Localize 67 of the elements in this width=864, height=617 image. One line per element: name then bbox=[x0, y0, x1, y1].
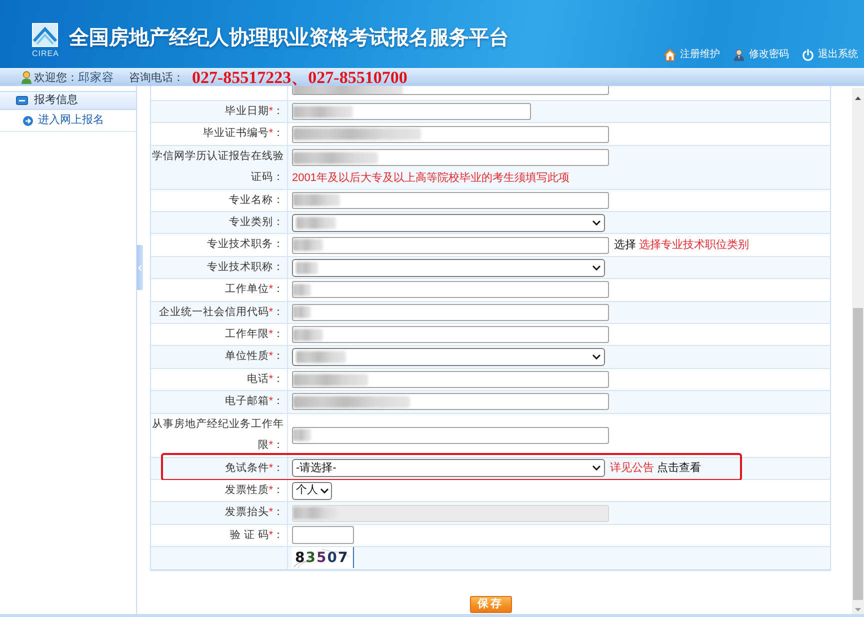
input-field[interactable] bbox=[292, 426, 609, 444]
hotline-label: 咨询电话： bbox=[129, 70, 184, 84]
input-field[interactable] bbox=[292, 326, 609, 344]
field-label: 发票抬头*： bbox=[224, 505, 284, 520]
field-label: 企业统一社会信用代码*： bbox=[158, 304, 284, 320]
nav-link[interactable]: 退出系统 bbox=[802, 49, 858, 61]
power-icon bbox=[802, 49, 814, 61]
sidebar-section[interactable]: 报考信息 bbox=[0, 91, 136, 110]
logo-text: CIREA bbox=[32, 49, 59, 58]
chevron-down-icon bbox=[592, 465, 601, 472]
captcha-image: 83507 bbox=[292, 547, 354, 568]
input-field[interactable] bbox=[292, 304, 609, 321]
field-label: 毕业日期*： bbox=[224, 104, 284, 119]
select-field[interactable] bbox=[292, 258, 605, 277]
arrow-circle-icon bbox=[23, 116, 33, 126]
input-field[interactable] bbox=[292, 192, 609, 209]
site-title: 全国房地产经纪人协理职业资格考试报名服务平台 bbox=[68, 26, 509, 50]
nav-link[interactable]: 修改密码 bbox=[733, 49, 789, 61]
user-icon bbox=[21, 71, 32, 84]
hotline-number: 027-85517223、027-85510700 bbox=[192, 68, 408, 86]
home-icon bbox=[664, 49, 676, 61]
field-label: 发票性质*： bbox=[224, 482, 284, 498]
scrollbar-thumb[interactable] bbox=[853, 308, 863, 600]
chevron-down-icon bbox=[592, 220, 601, 226]
chevron-down-icon bbox=[592, 264, 601, 271]
field-label: 单位性质*： bbox=[224, 349, 284, 364]
input-field[interactable] bbox=[292, 86, 609, 95]
input-field[interactable] bbox=[292, 526, 354, 544]
field-label: 专业技术职称： bbox=[207, 260, 284, 275]
input-field[interactable] bbox=[292, 393, 609, 410]
sidebar-item[interactable]: 进入网上报名 bbox=[0, 110, 136, 132]
logo-icon bbox=[32, 23, 58, 47]
field-label: 电子邮箱*： bbox=[224, 394, 284, 410]
user-name: 邱家容 bbox=[78, 70, 114, 84]
input-field[interactable] bbox=[292, 149, 609, 166]
input-field[interactable] bbox=[292, 103, 531, 120]
field-label: 从事房地产经纪业务工作年限*： bbox=[151, 416, 284, 454]
welcome-label: 欢迎您： bbox=[34, 70, 78, 84]
minus-box-icon bbox=[16, 96, 28, 105]
hint-text: 选择 bbox=[614, 238, 636, 252]
chevron-down-icon bbox=[592, 354, 601, 360]
nav-link[interactable]: 注册维护 bbox=[664, 49, 720, 61]
link[interactable]: 详见公告 bbox=[610, 462, 654, 475]
input-field[interactable] bbox=[292, 371, 609, 388]
field-label: 电话*： bbox=[246, 372, 284, 387]
chevron-down-icon bbox=[320, 488, 329, 494]
field-label: 专业技术职务： bbox=[207, 237, 284, 252]
link[interactable]: 选择专业技术职位类别 bbox=[639, 238, 749, 252]
field-label: 专业名称： bbox=[229, 192, 284, 208]
collapse-handle[interactable] bbox=[137, 245, 143, 290]
select-field[interactable] bbox=[292, 348, 605, 366]
field-label: 验 证 码*： bbox=[230, 528, 284, 543]
field-label: 免试条件*： bbox=[224, 460, 284, 476]
hint-note: 2001年及以后大专及以上高等院校毕业的考生须填写此项 bbox=[292, 172, 570, 186]
select-field[interactable] bbox=[292, 214, 605, 232]
input-field[interactable] bbox=[292, 126, 609, 143]
field-label: 毕业证书编号*： bbox=[202, 126, 284, 142]
field-label: 专业类别： bbox=[229, 215, 284, 230]
input-field[interactable] bbox=[292, 236, 609, 254]
hint-text: 点击查看 bbox=[657, 462, 701, 475]
select-field[interactable]: -请选择- bbox=[292, 459, 605, 478]
field-label: 学信网学历认证报告在线验证码： bbox=[151, 148, 284, 186]
user-icon bbox=[733, 49, 745, 61]
select-field[interactable]: 个人 bbox=[292, 482, 332, 500]
field-label: 工作单位*： bbox=[224, 282, 284, 298]
field-label: 工作年限*： bbox=[224, 327, 284, 342]
input-field[interactable] bbox=[292, 281, 609, 298]
